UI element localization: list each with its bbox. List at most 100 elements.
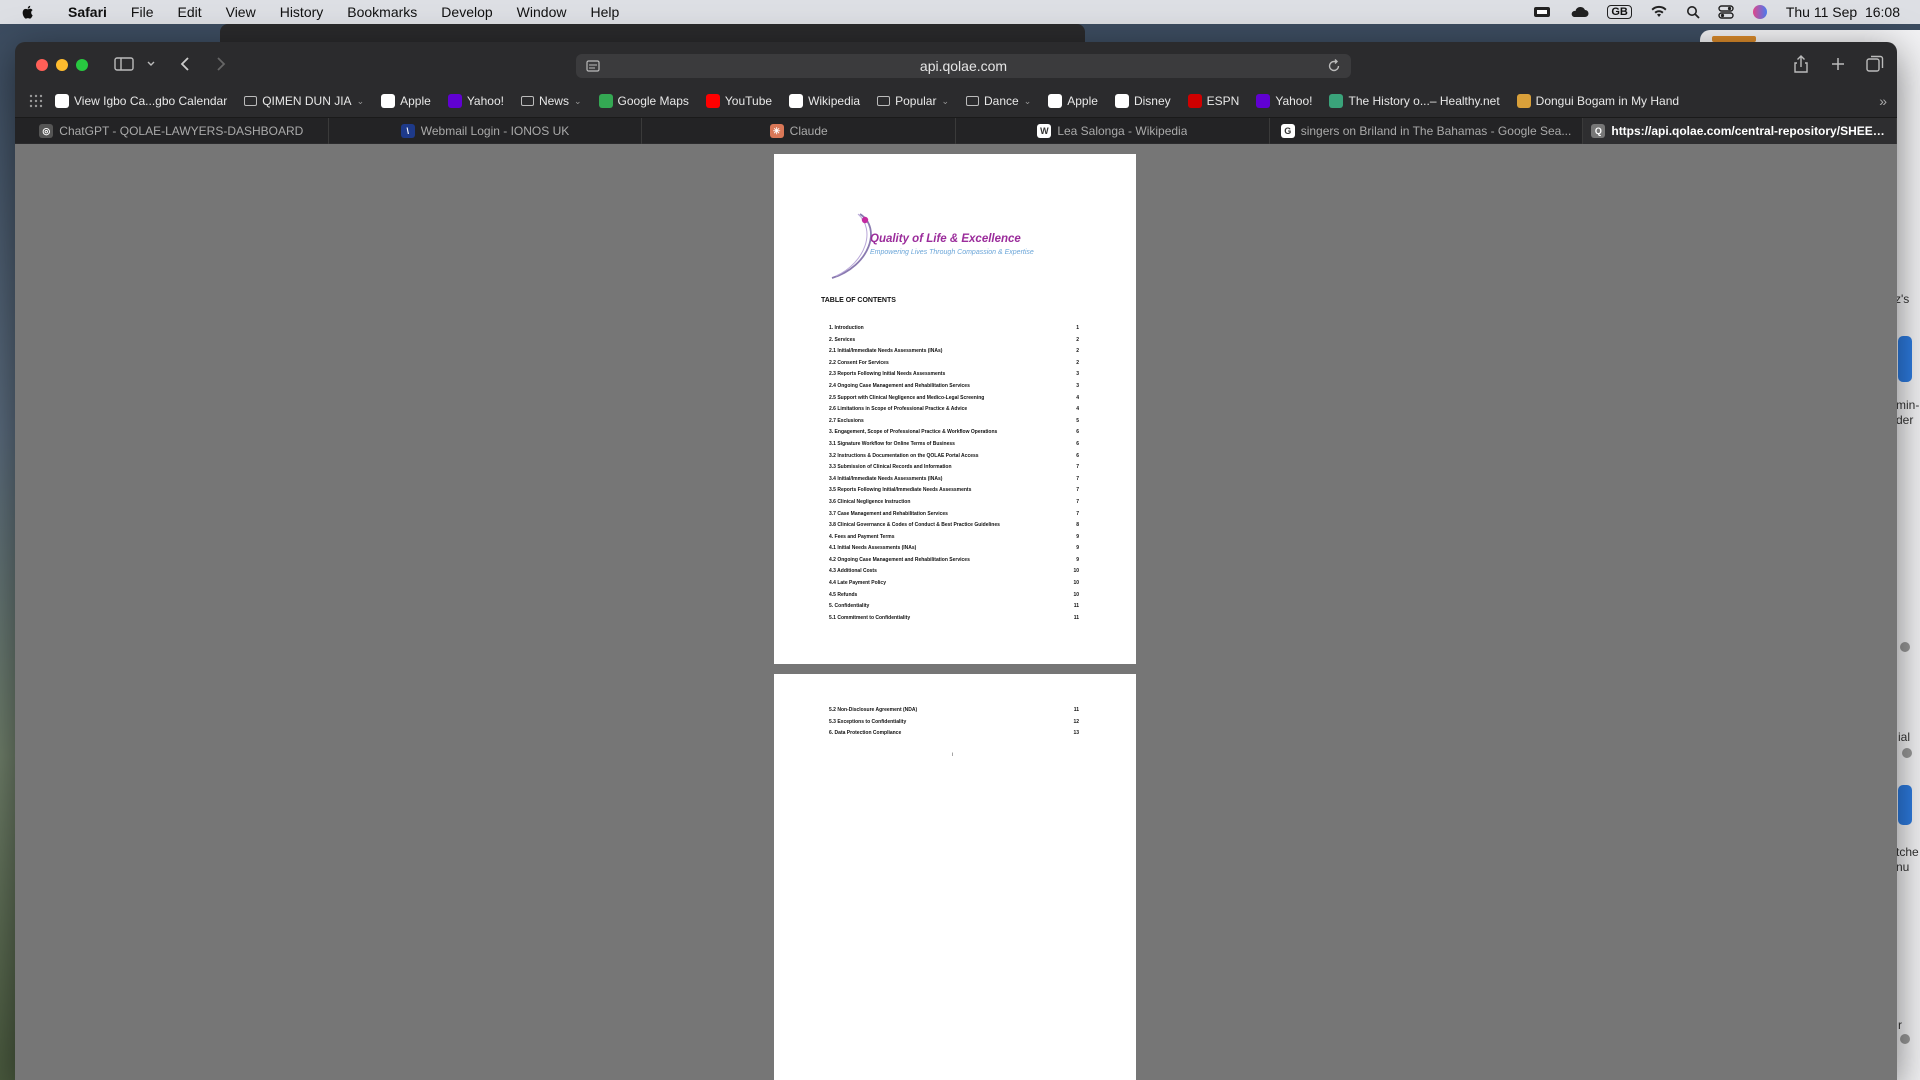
toc-entry[interactable]: 4.2 Ongoing Case Management and Rehabili… <box>829 557 1079 569</box>
address-bar[interactable]: api.qolae.com <box>576 54 1351 78</box>
tab-overview-icon[interactable] <box>1866 54 1884 74</box>
menu-view[interactable]: View <box>214 4 268 20</box>
sidebar-toggle-icon[interactable] <box>114 54 134 74</box>
toc-entry[interactable]: 4.4 Late Payment Policy 10 <box>829 580 1079 592</box>
bookmark-item[interactable]: QIMEN DUN JIA ⌄ <box>244 94 364 108</box>
apple-menu-icon[interactable] <box>20 4 36 20</box>
toc-entry[interactable]: 4.1 Initial Needs Assessments (INAs) 9 <box>829 545 1079 557</box>
toc-entry[interactable]: 5.3 Exceptions to Confidentiality 12 <box>829 719 1079 731</box>
bookmark-item[interactable]: Popular ⌄ <box>877 94 949 108</box>
bookmark-label: Google Maps <box>617 94 689 108</box>
minimize-window-button[interactable] <box>56 59 68 71</box>
browser-tab[interactable]: W Lea Salonga - Wikipedia <box>956 118 1270 144</box>
toc-entry[interactable]: 2.4 Ongoing Case Management and Rehabili… <box>829 383 1079 395</box>
toc-entry[interactable]: 3.8 Clinical Governance & Codes of Condu… <box>829 522 1079 534</box>
toc-entry[interactable]: 1. Introduction 1 <box>829 325 1079 337</box>
browser-tab[interactable]: Qhttps://api.qolae.com/central-repositor… <box>1583 118 1897 144</box>
menu-app-name[interactable]: Safari <box>56 4 119 20</box>
toc-entry[interactable]: 2.5 Support with Clinical Negligence and… <box>829 395 1079 407</box>
menu-develop[interactable]: Develop <box>429 4 504 20</box>
toc-entry[interactable]: 2.2 Consent For Services 2 <box>829 360 1079 372</box>
bookmark-item[interactable]: The History o...– Healthy.net <box>1329 94 1500 108</box>
toc-entry-title: 2.7 Exclusions <box>829 417 864 424</box>
apple-icon <box>1048 94 1063 108</box>
toc-entry[interactable]: 2.1 Initial/Immediate Needs Assessments … <box>829 348 1079 360</box>
menu-window[interactable]: Window <box>505 4 579 20</box>
bookmark-item[interactable]: News ⌄ <box>520 94 582 108</box>
toc-entry-title: 3.1 Signature Workflow for Online Terms … <box>829 440 955 447</box>
clock-datetime[interactable]: Thu 11 Sep 16:08 <box>1786 4 1900 20</box>
toc-entry[interactable]: 5. Confidentiality 11 <box>829 603 1079 615</box>
siri-icon[interactable] <box>1752 4 1768 20</box>
new-tab-icon[interactable] <box>1830 54 1846 74</box>
menu-file[interactable]: File <box>119 4 166 20</box>
reload-icon[interactable] <box>1327 59 1341 73</box>
toc-entry[interactable]: 5.1 Commitment to Confidentiality 11 <box>829 615 1079 627</box>
toc-entry[interactable]: 4. Fees and Payment Terms 9 <box>829 534 1079 546</box>
icloud-icon[interactable] <box>1569 6 1589 18</box>
menu-history[interactable]: History <box>268 4 336 20</box>
chevron-down-icon: ⌄ <box>573 95 582 106</box>
bookmark-item[interactable]: Dance ⌄ <box>966 94 1031 108</box>
bookmark-item[interactable]: Disney <box>1114 94 1171 108</box>
creative-cloud-icon[interactable] <box>1533 5 1551 19</box>
toc-entry[interactable]: 6. Data Protection Compliance 13 <box>829 730 1079 742</box>
bookmark-item[interactable]: Apple <box>1048 94 1098 108</box>
toc-entry[interactable]: 3. Engagement, Scope of Professional Pra… <box>829 429 1079 441</box>
toc-entry[interactable]: 3.6 Clinical Negligence Instruction 7 <box>829 499 1079 511</box>
bookmark-item[interactable]: Yahoo! <box>447 94 504 108</box>
toc-entry[interactable]: 2.7 Exclusions 5 <box>829 418 1079 430</box>
pdf-viewport[interactable]: Quality of Life & Excellence Empowering … <box>15 144 1897 1080</box>
keyboard-input-source[interactable]: GB <box>1607 5 1632 19</box>
bookmark-item[interactable]: Google Maps <box>598 94 689 108</box>
back-button-icon[interactable] <box>179 54 191 74</box>
menu-bookmarks[interactable]: Bookmarks <box>335 4 429 20</box>
toc-entry-page: 3 <box>1076 382 1079 389</box>
toc-entry[interactable]: 2. Services 2 <box>829 337 1079 349</box>
page-menu-icon[interactable] <box>586 60 600 72</box>
share-icon[interactable] <box>1793 54 1809 74</box>
bookmark-item[interactable]: Wikipedia <box>789 94 860 108</box>
toc-entry-page: 11 <box>1073 614 1079 621</box>
bookmark-item[interactable]: Yahoo! <box>1256 94 1312 108</box>
toc-entry[interactable]: 3.1 Signature Workflow for Online Terms … <box>829 441 1079 453</box>
browser-tab[interactable]: ✳ Claude <box>642 118 957 144</box>
toc-entry[interactable]: 2.3 Reports Following Initial Needs Asse… <box>829 371 1079 383</box>
bookmark-item[interactable]: Apple <box>381 94 431 108</box>
url-text[interactable]: api.qolae.com <box>920 58 1007 74</box>
toc-entry[interactable]: 3.3 Submission of Clinical Records and I… <box>829 464 1079 476</box>
menu-edit[interactable]: Edit <box>165 4 213 20</box>
toc-entry[interactable]: 4.3 Additional Costs 10 <box>829 568 1079 580</box>
bookmark-label: YouTube <box>724 94 773 108</box>
chevron-down-icon[interactable] <box>146 54 156 74</box>
tab-bar: ◎ ChatGPT - QOLAE-LAWYERS-DASHBOARD \ Webma… <box>15 117 1897 144</box>
browser-tab[interactable]: ◎ ChatGPT - QOLAE-LAWYERS-DASHBOARD <box>15 118 329 144</box>
spotlight-search-icon[interactable] <box>1686 5 1700 19</box>
close-window-button[interactable] <box>36 59 48 71</box>
bookmark-item[interactable]: ESPN <box>1187 94 1239 108</box>
chevron-down-icon: ⌄ <box>356 95 365 106</box>
browser-tab[interactable]: Gsingers on Briland in The Bahamas - Goo… <box>1270 118 1584 144</box>
background-dot <box>1902 748 1912 758</box>
forward-button-icon[interactable] <box>215 54 227 74</box>
control-center-icon[interactable] <box>1718 5 1734 19</box>
apps-grid-icon[interactable] <box>29 94 43 108</box>
bookmark-item[interactable]: View Igbo Ca...gbo Calendar <box>55 94 227 108</box>
zoom-window-button[interactable] <box>76 59 88 71</box>
menu-help[interactable]: Help <box>578 4 631 20</box>
toc-entry[interactable]: 3.4 Initial/Immediate Needs Assessments … <box>829 476 1079 488</box>
bookmark-item[interactable]: YouTube <box>705 94 773 108</box>
toc-entry[interactable]: 3.7 Case Management and Rehabilitation S… <box>829 511 1079 523</box>
toc-entry[interactable]: 4.5 Refunds 10 <box>829 592 1079 604</box>
browser-tab[interactable]: \ Webmail Login - IONOS UK <box>329 118 643 144</box>
wifi-icon[interactable] <box>1650 5 1668 19</box>
more-bookmarks-icon[interactable]: » <box>1879 93 1887 109</box>
toc-entry[interactable]: 2.6 Limitations in Scope of Professional… <box>829 406 1079 418</box>
bookmark-label: News <box>538 94 569 108</box>
bookmark-item[interactable]: Dongui Bogam in My Hand <box>1516 94 1679 108</box>
toc-entry[interactable]: 3.5 Reports Following Initial/Immediate … <box>829 487 1079 499</box>
toc-entry[interactable]: 5.2 Non-Disclosure Agreement (NDA) 11 <box>829 707 1079 719</box>
toc-entry-title: 5.1 Commitment to Confidentiality <box>829 614 911 621</box>
toc-entry[interactable]: 3.2 Instructions & Documentation on the … <box>829 453 1079 465</box>
youtube-icon <box>705 94 720 108</box>
